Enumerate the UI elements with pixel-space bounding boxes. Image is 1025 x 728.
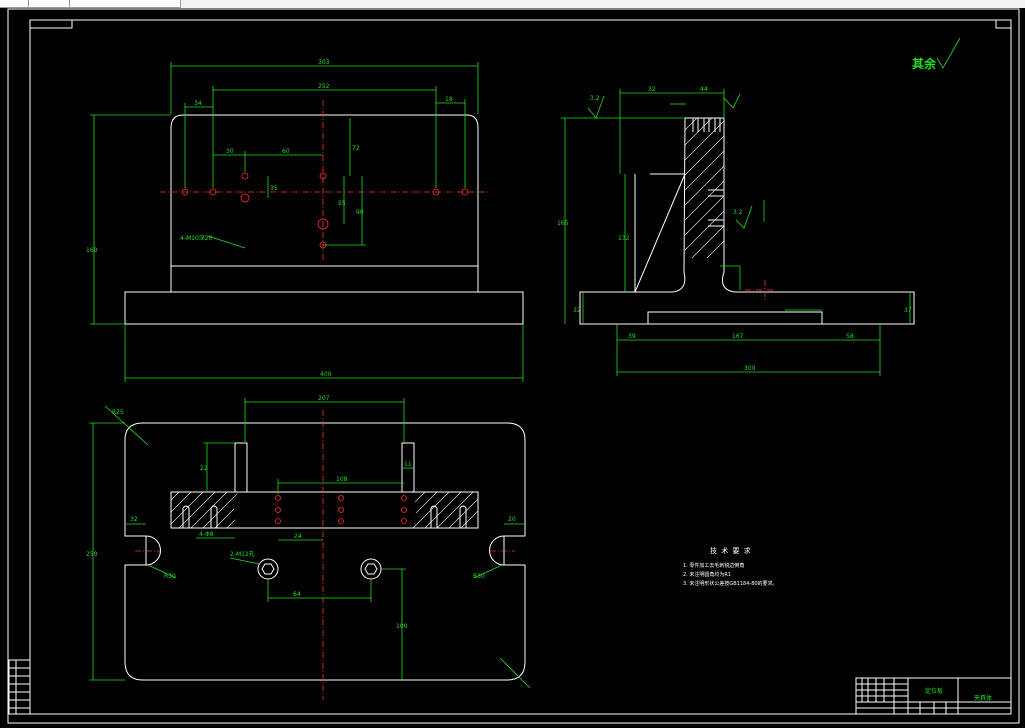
dim-top-height: 160 [86, 247, 98, 254]
dim-bot-left: 32 [130, 516, 138, 523]
tech-title: 技 术 要 求 [710, 546, 752, 555]
dim-bot-100: 100 [396, 623, 408, 630]
dim-side-mid: 167 [732, 333, 744, 340]
dim-side-right: 58 [846, 333, 854, 340]
dim-bot-right: 20 [508, 516, 516, 523]
title-block-code: 夹具体 [974, 694, 992, 702]
dim-side-rough: 3.2 [733, 209, 743, 216]
dim-top-v1: 35 [270, 185, 278, 192]
tech-item-1: 1. 零件加工去毛刺锐边倒角 [683, 562, 744, 569]
frame-tag [29, 19, 73, 29]
front-base [124, 291, 524, 325]
cad-drawing-canvas[interactable]: 其余 303 252 34 18 30 60 35 72 55 90 160 4… [0, 0, 1025, 728]
dim-side-t: 37 [904, 307, 912, 314]
dim-bot-11: 11 [404, 461, 412, 468]
dim-bot-mid: 108 [336, 476, 348, 483]
dim-side-a: 32 [648, 86, 656, 93]
dim-top-left: 34 [194, 100, 202, 107]
roughness-note-label: 其余 [912, 56, 937, 71]
revision-block [8, 659, 31, 715]
dim-side-height: 165 [557, 220, 569, 227]
dim-side-inner: 132 [618, 235, 630, 242]
dim-top-inner: 252 [318, 83, 330, 90]
frame-tag-right [995, 19, 1012, 29]
tech-item-2: 2. 未注明圆角均为R1 [683, 571, 731, 578]
dim-bot-top: 207 [318, 395, 330, 402]
dim-side-left: 39 [628, 333, 636, 340]
plan-view: 207 R25 250 32 20 108 64 24 100 11 22 4-… [86, 395, 531, 700]
dim-side-c: 3.2 [590, 95, 600, 102]
title-block-name: 定位板 [925, 687, 943, 695]
tech-requirements: 技 术 要 求 1. 零件加工去毛刺锐边倒角 2. 未注明圆角均为R1 3. 未… [683, 546, 778, 587]
dim-top-v4: 90 [356, 209, 364, 216]
dim-top-overall: 303 [318, 59, 330, 66]
dim-bot-446: 4-Φ8 [199, 531, 214, 538]
front-upper-body [170, 114, 479, 293]
dim-top-h1: 30 [226, 148, 234, 155]
dim-bot-h: 250 [86, 551, 98, 558]
outer-frame [7, 8, 1020, 724]
hole-note: 4-M10深20 [180, 234, 213, 242]
side-body [579, 117, 915, 325]
dim-side-base: 300 [744, 365, 756, 372]
dim-top-h2: 60 [282, 148, 290, 155]
plan-outline [124, 422, 526, 681]
tech-item-3: 3. 未注明形状公差按GB1184-80的要求。 [683, 580, 778, 587]
dim-top-v3: 55 [338, 200, 346, 207]
title-block: 定位板 夹具体 [855, 677, 1012, 715]
dim-bot-24: 24 [294, 533, 302, 540]
dim-bot-note: 2-M12孔 [230, 550, 255, 558]
inner-frame [29, 19, 1012, 715]
dim-side-t2: 32 [573, 307, 581, 314]
dim-side-b: 44 [700, 86, 708, 93]
dim-bot-r: R25 [112, 409, 124, 416]
dim-bot-64: 64 [293, 591, 301, 598]
dim-top-right: 18 [445, 96, 453, 103]
dim-top-base: 400 [320, 371, 332, 378]
roughness-note: 其余 [912, 37, 961, 71]
dim-top-v2: 72 [352, 145, 360, 152]
dim-bot-r30b: R30 [473, 573, 485, 580]
dim-bot-r30a: R30 [164, 573, 176, 580]
front-view: 303 252 34 18 30 60 35 72 55 90 160 400 … [86, 59, 524, 382]
dim-bot-22: 22 [200, 465, 208, 472]
side-view: 32 44 3.2 165 132 300 39 167 58 3.2 37 3… [557, 86, 915, 376]
